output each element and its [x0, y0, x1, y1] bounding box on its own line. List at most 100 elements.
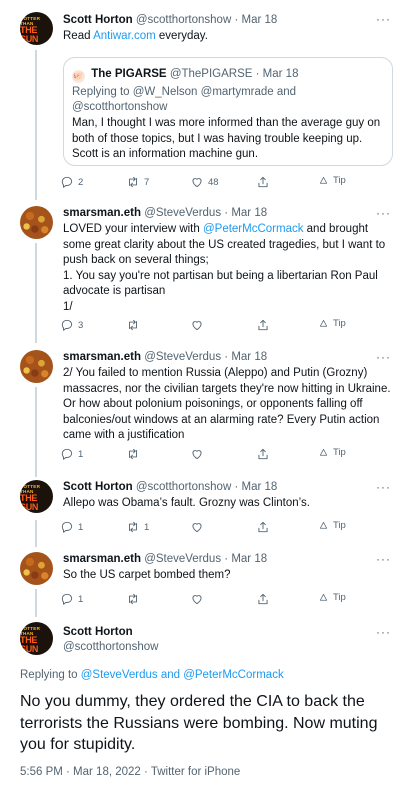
reply-button[interactable]: 1 [60, 447, 83, 461]
reply-icon [61, 448, 73, 460]
tweet-time[interactable]: Mar 18 [242, 481, 278, 493]
heart-icon [192, 178, 202, 188]
quote-replying-to: Replying to @W_Nelson @martymrade and @s… [72, 86, 297, 113]
reply-icon [61, 521, 73, 533]
tip-icon [319, 319, 328, 327]
author-handle[interactable]: @SteveVerdus [144, 553, 221, 565]
heart-icon [192, 523, 202, 533]
quote-author-handle: @ThePIGARSE [169, 68, 253, 80]
reply-button[interactable]: 3 [60, 318, 83, 332]
share-button[interactable] [256, 318, 270, 332]
quote-author-name: The PIGARSE [91, 68, 167, 80]
quoted-tweet[interactable]: 🐖 The PIGARSE @ThePIGARSE · Mar 18 Reply… [63, 57, 393, 166]
like-button[interactable]: 48 [190, 175, 219, 189]
tip-button[interactable]: Tip [318, 318, 346, 329]
heart-icon [192, 450, 202, 460]
tip-button[interactable]: Tip [318, 592, 346, 603]
tweet-header: Scott Horton @scotthortonshow · Mar 18 [63, 481, 278, 493]
more-icon[interactable]: ··· [376, 625, 391, 639]
tweet-time[interactable]: Mar 18 [231, 207, 267, 219]
avatar-text-top: HOTTER THAN [20, 483, 41, 494]
reply-mentions[interactable]: @SteveVerdus and @PeterMcCormack [81, 669, 284, 681]
retweet-button[interactable] [126, 447, 144, 461]
avatar-text-bottom: THE SUN [20, 492, 39, 512]
more-icon[interactable]: ··· [376, 206, 391, 220]
tip-button[interactable]: Tip [318, 447, 346, 458]
retweet-button[interactable] [126, 318, 144, 332]
avatar-text-bottom: THE SUN [20, 24, 39, 44]
author-handle[interactable]: @SteveVerdus [144, 351, 221, 363]
heart-icon [192, 595, 202, 605]
focused-tweet-text: No you dummy, they ordered the CIA to ba… [20, 693, 378, 753]
tweet-2[interactable]: smarsman.eth @SteveVerdus · Mar 18 ··· L… [0, 200, 409, 344]
retweet-icon [129, 319, 137, 331]
more-icon[interactable]: ··· [376, 552, 391, 566]
author-name[interactable]: Scott Horton [63, 14, 133, 26]
share-icon [258, 521, 268, 533]
like-button[interactable] [190, 318, 208, 332]
tweet-4[interactable]: HOTTER THAN THE SUN Scott Horton @scotth… [0, 474, 409, 546]
avatar[interactable]: HOTTER THAN THE SUN [20, 12, 53, 45]
reply-button[interactable]: 2 [60, 175, 83, 189]
retweet-icon [129, 593, 137, 605]
reply-button[interactable]: 1 [60, 520, 83, 534]
tweet-text: LOVED your interview with @PeterMcCormac… [63, 223, 386, 313]
tweet-actions: 1 1 Tip [60, 520, 360, 536]
reply-icon [61, 593, 73, 605]
author-handle[interactable]: @scotthortonshow [63, 640, 395, 654]
retweet-icon [129, 448, 137, 460]
tweet-time[interactable]: Mar 18 [231, 553, 267, 565]
author-name[interactable]: smarsman.eth [63, 207, 141, 219]
author-name[interactable]: smarsman.eth [63, 351, 141, 363]
share-button[interactable] [256, 447, 270, 461]
share-icon [258, 319, 268, 331]
share-icon [258, 593, 268, 605]
author-name[interactable]: smarsman.eth [63, 553, 141, 565]
retweet-button[interactable]: 7 [126, 175, 149, 189]
tweet-time[interactable]: Mar 18 [242, 14, 278, 26]
share-button[interactable] [256, 592, 270, 606]
avatar[interactable] [20, 350, 53, 383]
reply-icon [61, 176, 73, 188]
reply-button[interactable]: 1 [60, 592, 83, 606]
avatar[interactable] [20, 552, 53, 585]
more-icon[interactable]: ··· [376, 12, 391, 26]
like-button[interactable] [190, 520, 208, 534]
tip-button[interactable]: Tip [318, 520, 346, 531]
tweet-1[interactable]: HOTTER THAN THE SUN Scott Horton @scotth… [0, 0, 409, 200]
pig-avatar-icon: 🐖 [72, 70, 85, 83]
tweet-timestamp[interactable]: 5:56 PM · Mar 18, 2022 · Twitter for iPh… [20, 766, 240, 778]
more-icon[interactable]: ··· [376, 350, 391, 364]
tweet-header: Scott Horton @scotthortonshow · Mar 18 [63, 14, 278, 26]
tip-icon [319, 593, 328, 601]
tweet-text: So the US carpet bombed them? [63, 569, 231, 581]
avatar-text-top: HOTTER THAN [20, 15, 41, 26]
author-handle[interactable]: @scotthortonshow [136, 14, 231, 26]
avatar[interactable]: HOTTER THAN THE SUN [20, 622, 53, 655]
author-handle[interactable]: @scotthortonshow [136, 481, 231, 493]
tweet-time[interactable]: Mar 18 [231, 351, 267, 363]
author-name[interactable]: Scott Horton [63, 625, 395, 639]
author-handle[interactable]: @SteveVerdus [144, 207, 221, 219]
mention-link[interactable]: @PeterMcCormack [203, 223, 304, 235]
quote-time: Mar 18 [262, 68, 299, 80]
share-button[interactable] [256, 175, 270, 189]
tweet-actions: 3 Tip [60, 318, 360, 334]
retweet-icon [129, 176, 137, 188]
avatar[interactable] [20, 206, 53, 239]
tweet-text: Allepo was Obama’s fault. Grozny was Cli… [63, 497, 310, 509]
avatar[interactable]: HOTTER THAN THE SUN [20, 480, 53, 513]
retweet-button[interactable] [126, 592, 144, 606]
link[interactable]: Antiwar.com [93, 30, 156, 42]
tip-icon [319, 521, 328, 529]
tweet-5[interactable]: smarsman.eth @SteveVerdus · Mar 18 ··· S… [0, 546, 409, 616]
more-icon[interactable]: ··· [376, 480, 391, 494]
like-button[interactable] [190, 447, 208, 461]
tweet-actions: 1 Tip [60, 592, 360, 608]
tweet-3[interactable]: smarsman.eth @SteveVerdus · Mar 18 ··· 2… [0, 344, 409, 474]
tip-button[interactable]: Tip [318, 175, 346, 186]
author-name[interactable]: Scott Horton [63, 481, 133, 493]
retweet-button[interactable]: 1 [126, 520, 149, 534]
like-button[interactable] [190, 592, 208, 606]
share-button[interactable] [256, 520, 270, 534]
